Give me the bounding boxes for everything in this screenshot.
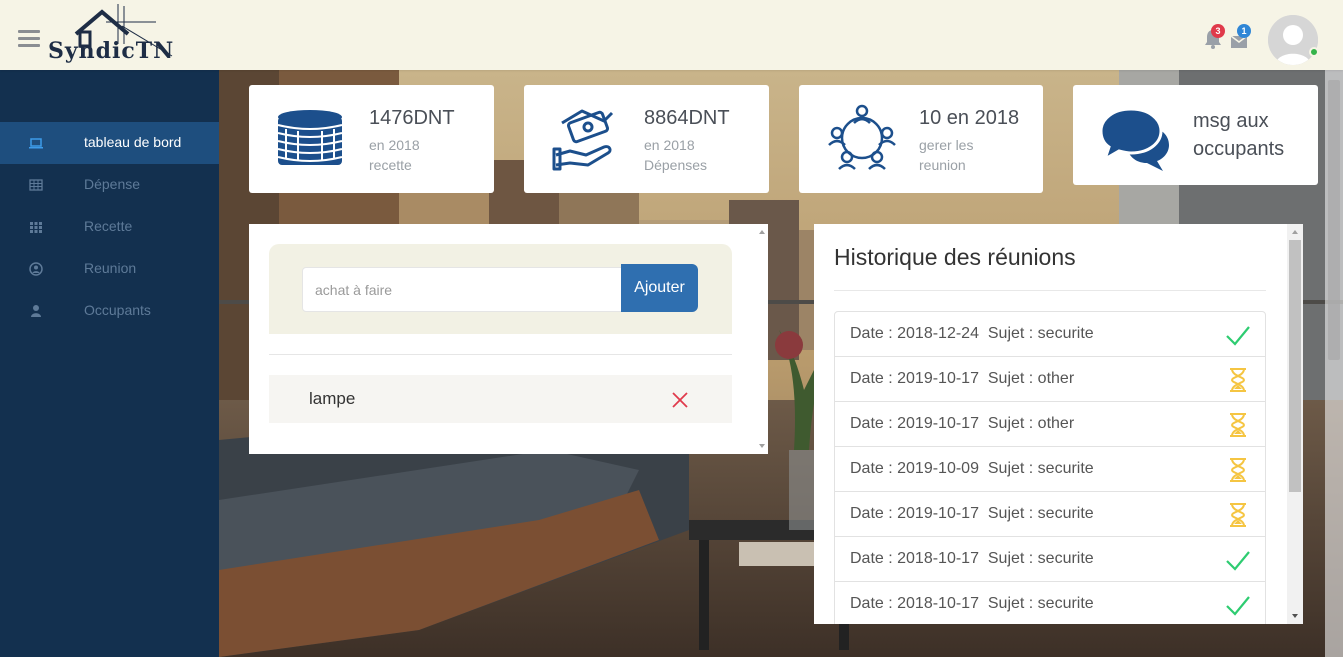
scrollbar-thumb[interactable]: [1328, 80, 1340, 360]
grid-icon: [30, 222, 42, 233]
laptop-icon: [29, 138, 43, 149]
hourglass-icon: [1230, 503, 1246, 527]
brand-name: SyndicTN: [48, 38, 175, 64]
divider: [834, 290, 1266, 291]
check-icon: [1226, 551, 1250, 571]
user-icon: [31, 305, 41, 317]
hourglass-icon: [1230, 368, 1246, 392]
meeting-info: Date : 2018-10-17 Sujet : securite: [850, 595, 1094, 612]
user-circle-icon: [29, 262, 43, 276]
notifications-button[interactable]: 3: [1203, 24, 1225, 50]
sidebar: tableau de bord Dépense Recette Reunion: [0, 70, 219, 657]
meeting-icon: [828, 104, 896, 170]
meeting-history-panel: Historique des réunions Date : 2018-12-2…: [814, 224, 1303, 624]
list-item[interactable]: Date : 2018-12-24 Sujet : securite: [835, 312, 1265, 357]
meeting-info: Date : 2018-12-24 Sujet : securite: [850, 325, 1094, 342]
panel-title: Historique des réunions: [834, 244, 1076, 270]
list-item[interactable]: Date : 2019-10-09 Sujet : securite: [835, 447, 1265, 492]
user-avatar-icon: [1268, 15, 1318, 65]
check-icon: [1226, 326, 1250, 346]
card-depenses[interactable]: 8864DNT en 2018 Dépenses: [524, 85, 769, 193]
money-hand-icon: [552, 109, 614, 171]
card-recette-value: 1476DNT: [369, 107, 455, 129]
meeting-list: Date : 2018-12-24 Sujet : securite Date …: [834, 311, 1266, 624]
meeting-info: Date : 2019-10-09 Sujet : securite: [850, 460, 1094, 477]
messages-count-badge: 1: [1237, 24, 1251, 38]
sidebar-item-depense[interactable]: Dépense: [0, 164, 219, 206]
sidebar-item-occupants[interactable]: Occupants: [0, 290, 219, 332]
coins-icon: [277, 110, 343, 165]
meeting-info: Date : 2019-10-17 Sujet : other: [850, 370, 1075, 387]
sidebar-item-label: Occupants: [84, 302, 151, 318]
card-depenses-value: 8864DNT: [644, 107, 730, 129]
todo-panel: Ajouter lampe: [249, 224, 768, 454]
sidebar-item-label: Reunion: [84, 260, 137, 276]
meeting-info: Date : 2019-10-17 Sujet : securite: [850, 505, 1094, 522]
list-item[interactable]: Date : 2018-10-17 Sujet : securite: [835, 582, 1265, 624]
messages-button[interactable]: 1: [1229, 24, 1251, 50]
sidebar-item-label: Recette: [84, 218, 133, 234]
meeting-info: Date : 2019-10-17 Sujet : other: [850, 415, 1075, 432]
hamburger-icon[interactable]: [18, 30, 40, 48]
scroll-down-icon[interactable]: [1291, 612, 1299, 620]
todo-input[interactable]: [302, 267, 622, 312]
list-item[interactable]: Date : 2019-10-17 Sujet : other: [835, 357, 1265, 402]
card-depenses-subtitle: en 2018 Dépenses: [644, 137, 708, 173]
page-scrollbar[interactable]: [1325, 70, 1343, 657]
list-item[interactable]: Date : 2019-10-17 Sujet : securite: [835, 492, 1265, 537]
hourglass-icon: [1230, 413, 1246, 437]
card-messages[interactable]: msg aux occupants: [1073, 85, 1318, 185]
sidebar-item-reunion[interactable]: Reunion: [0, 248, 219, 290]
scrollbar-thumb[interactable]: [1289, 240, 1301, 492]
history-scrollbar[interactable]: [1287, 224, 1303, 624]
card-recette-subtitle: en 2018 recette: [369, 137, 420, 173]
card-reunion-subtitle: gerer les reunion: [919, 137, 974, 173]
user-avatar[interactable]: [1268, 15, 1318, 65]
close-icon[interactable]: [671, 391, 689, 409]
scroll-up-icon[interactable]: [1291, 228, 1299, 236]
chat-icon: [1101, 107, 1169, 171]
card-reunion[interactable]: 10 en 2018 gerer les reunion: [799, 85, 1043, 193]
meeting-info: Date : 2018-10-17 Sujet : securite: [850, 550, 1094, 567]
card-recette[interactable]: 1476DNT en 2018 recette: [249, 85, 494, 193]
card-messages-title: msg aux occupants: [1193, 110, 1285, 160]
check-icon: [1226, 596, 1250, 616]
sidebar-item-recette[interactable]: Recette: [0, 206, 219, 248]
card-reunion-value: 10 en 2018: [919, 107, 1020, 129]
list-item[interactable]: Date : 2018-10-17 Sujet : securite: [835, 537, 1265, 582]
divider: [269, 354, 732, 355]
sidebar-item-tableau-de-bord[interactable]: tableau de bord: [0, 122, 219, 164]
list-item: lampe: [269, 375, 732, 423]
add-button[interactable]: Ajouter: [621, 264, 698, 312]
todo-form: Ajouter: [269, 244, 732, 334]
online-status-dot: [1309, 47, 1319, 57]
table-icon: [29, 179, 43, 191]
hourglass-icon: [1230, 458, 1246, 482]
sidebar-item-label: Dépense: [84, 176, 141, 192]
list-item[interactable]: Date : 2019-10-17 Sujet : other: [835, 402, 1265, 447]
sidebar-item-label: tableau de bord: [84, 134, 182, 150]
scroll-up-icon[interactable]: [758, 228, 766, 236]
list-item-label: lampe: [309, 389, 356, 408]
top-header: SyndicTN 3 1: [0, 0, 1343, 70]
brand-logo[interactable]: SyndicTN: [46, 4, 178, 64]
notifications-count-badge: 3: [1211, 24, 1225, 38]
scroll-down-icon[interactable]: [758, 442, 766, 450]
